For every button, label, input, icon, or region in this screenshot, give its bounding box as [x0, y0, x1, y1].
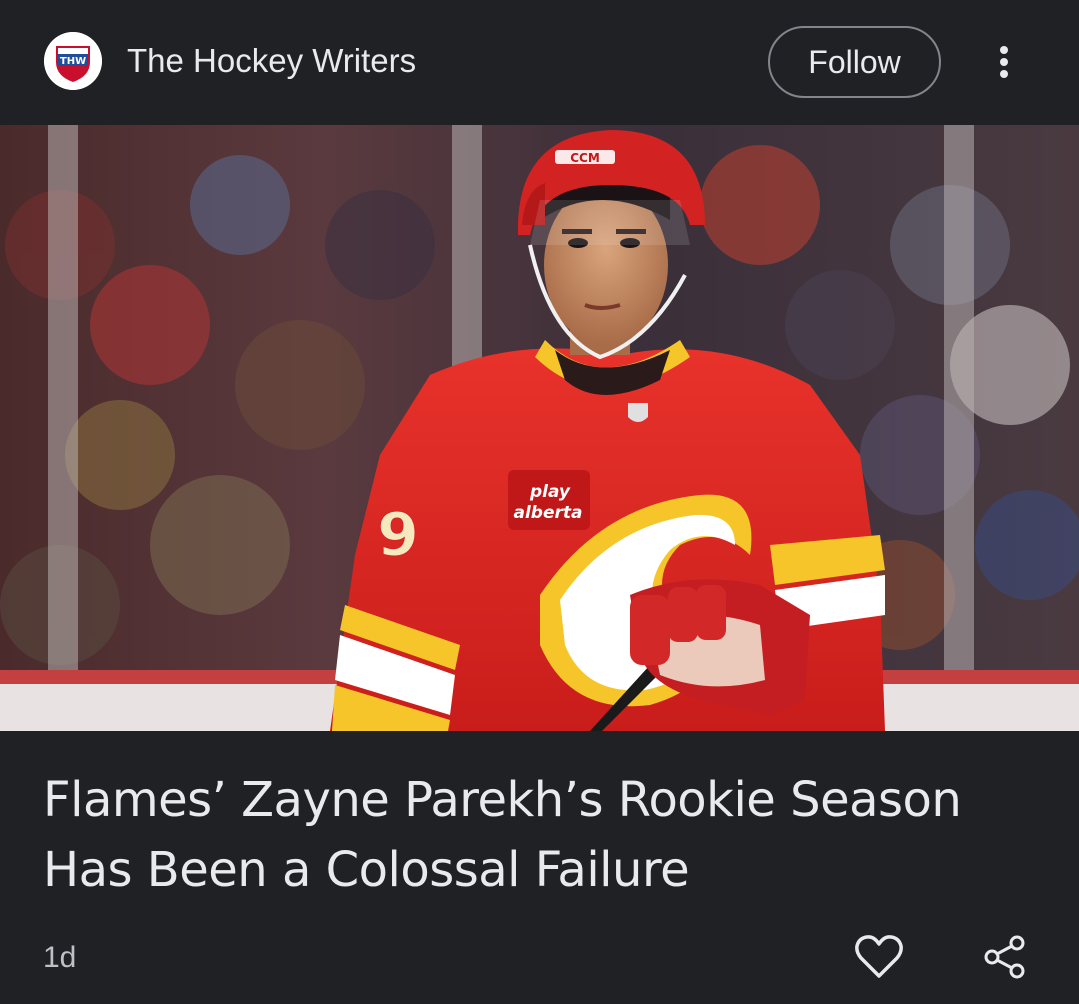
follow-button[interactable]: Follow: [768, 26, 941, 98]
article-card[interactable]: THW The Hockey Writers Follow play alber…: [0, 0, 1079, 1004]
thw-shield-logo-icon: THW: [44, 32, 102, 90]
article-headline[interactable]: Flames’ Zayne Parekh’s Rookie Season Has…: [43, 765, 1043, 905]
sponsor-line2: alberta: [514, 503, 583, 523]
source-name[interactable]: The Hockey Writers: [127, 41, 416, 81]
jersey-number: 9: [377, 500, 419, 570]
article-timestamp: 1d: [43, 941, 77, 974]
heart-outline-icon[interactable]: [854, 934, 904, 980]
source-logo[interactable]: THW: [44, 32, 102, 90]
hero-image[interactable]: play alberta 9 CCM: [0, 125, 1079, 731]
helmet-brand: CCM: [570, 151, 600, 165]
logo-text: THW: [60, 56, 86, 67]
card-header: THW The Hockey Writers Follow: [0, 0, 1079, 125]
more-vertical-icon[interactable]: [984, 40, 1024, 84]
share-icon[interactable]: [982, 934, 1028, 980]
sponsor-line1: play: [529, 482, 571, 502]
hockey-player-photo-icon: play alberta 9 CCM: [0, 125, 1079, 731]
